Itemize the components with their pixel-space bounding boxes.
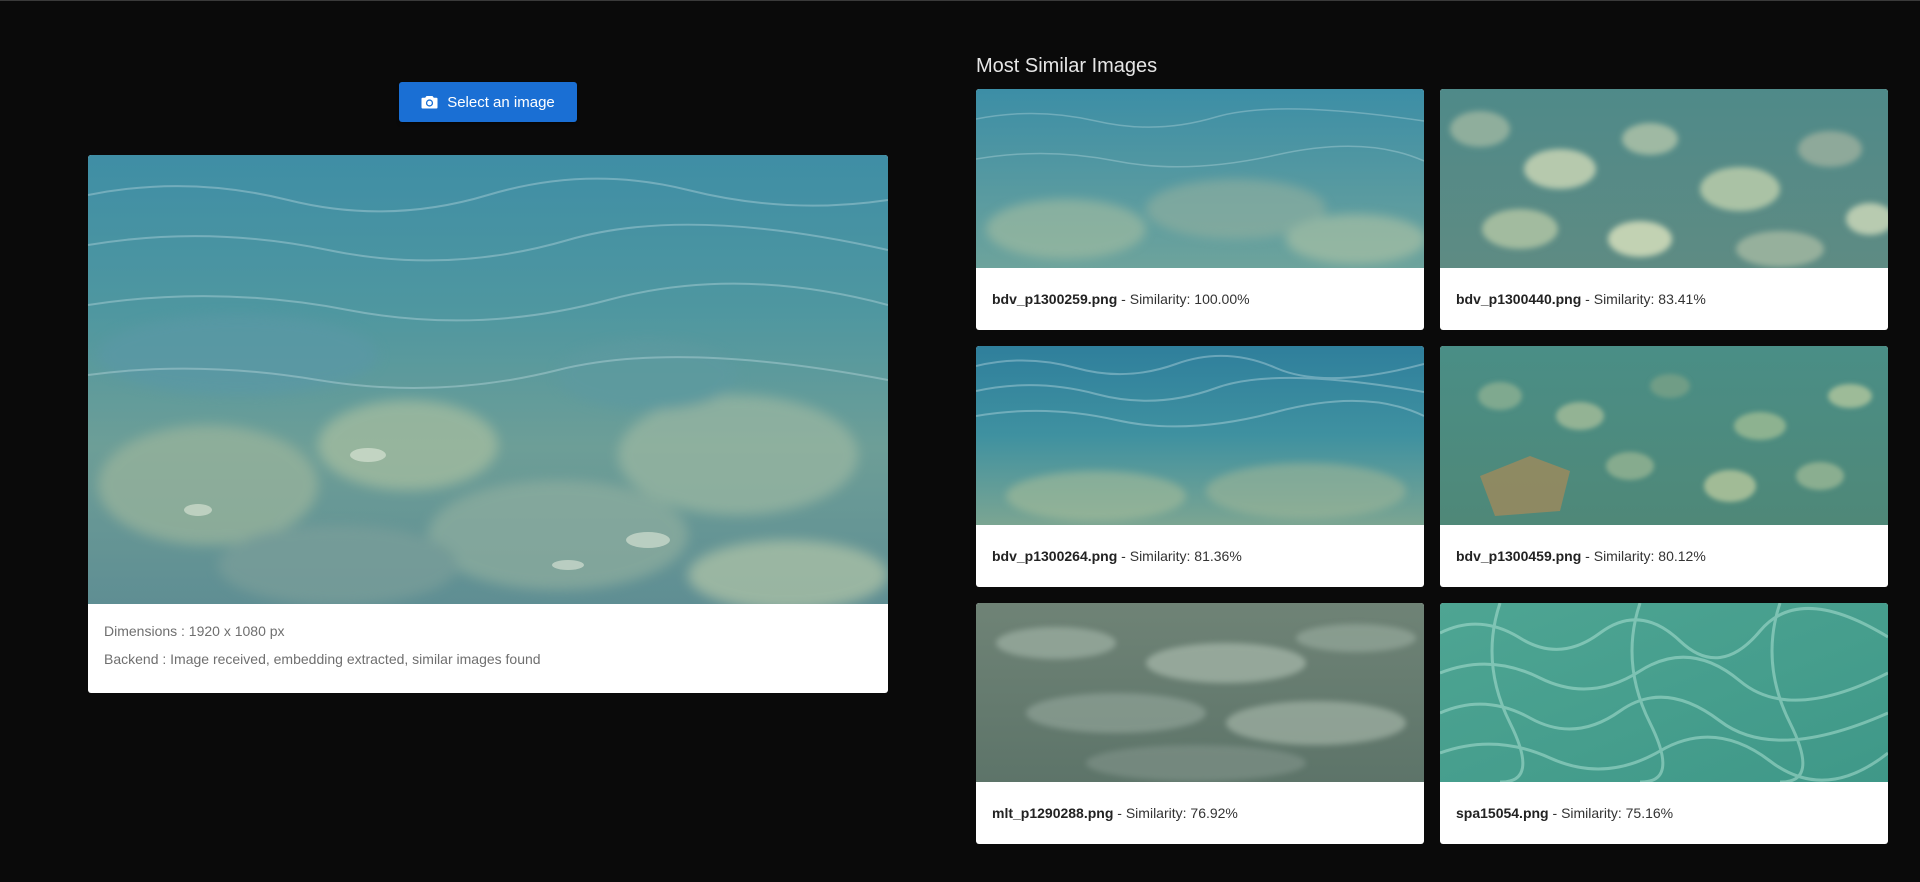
result-caption: bdv_p1300440.png - Similarity: 83.41% — [1440, 268, 1888, 330]
result-separator: - — [1113, 805, 1126, 821]
results-title: Most Similar Images — [976, 55, 1158, 77]
result-separator: - — [1581, 548, 1594, 564]
select-image-label: Select an image — [447, 93, 555, 111]
result-similarity: Similarity: 83.41% — [1593, 291, 1706, 307]
result-filename: bdv_p1300440.png — [1456, 291, 1582, 307]
result-similarity: Similarity: 75.16% — [1561, 805, 1674, 821]
result-similarity: Similarity: 81.36% — [1129, 548, 1242, 564]
result-separator: - — [1117, 291, 1130, 307]
result-image — [976, 89, 1424, 268]
result-similarity: Similarity: 100.00% — [1129, 291, 1250, 307]
result-separator: - — [1117, 548, 1130, 564]
result-image — [1440, 346, 1888, 525]
result-card[interactable]: mlt_p1290288.png - Similarity: 76.92% — [976, 603, 1424, 844]
result-filename: bdv_p1300259.png — [992, 291, 1118, 307]
result-caption: mlt_p1290288.png - Similarity: 76.92% — [976, 782, 1424, 844]
result-filename: spa15054.png — [1456, 805, 1549, 821]
result-card[interactable]: bdv_p1300459.png - Similarity: 80.12% — [1440, 346, 1888, 587]
result-filename: bdv_p1300459.png — [1456, 548, 1582, 564]
result-similarity: Similarity: 76.92% — [1125, 805, 1238, 821]
result-filename: mlt_p1290288.png — [992, 805, 1114, 821]
result-card[interactable]: bdv_p1300264.png - Similarity: 81.36% — [976, 346, 1424, 587]
result-filename: bdv_p1300264.png — [992, 548, 1118, 564]
result-card[interactable]: spa15054.png - Similarity: 75.16% — [1440, 603, 1888, 844]
result-image — [976, 346, 1424, 525]
query-image — [88, 155, 888, 604]
result-card[interactable]: bdv_p1300259.png - Similarity: 100.00% — [976, 89, 1424, 330]
result-card[interactable]: bdv_p1300440.png - Similarity: 83.41% — [1440, 89, 1888, 330]
result-separator: - — [1548, 805, 1562, 821]
dimensions-text: Dimensions : 1920 x 1080 px — [104, 623, 285, 639]
result-caption: bdv_p1300259.png - Similarity: 100.00% — [976, 268, 1424, 330]
query-image-card: Dimensions : 1920 x 1080 px Backend : Im… — [88, 155, 888, 693]
results-grid: bdv_p1300259.png - Similarity: 100.00% b… — [976, 89, 1888, 844]
result-caption: bdv_p1300459.png - Similarity: 80.12% — [1440, 525, 1888, 587]
result-similarity: Similarity: 80.12% — [1593, 548, 1706, 564]
result-image — [1440, 89, 1888, 268]
query-image-info: Dimensions : 1920 x 1080 px Backend : Im… — [88, 604, 888, 669]
result-caption: bdv_p1300264.png - Similarity: 81.36% — [976, 525, 1424, 587]
camera-icon — [421, 96, 438, 109]
backend-status-text: Backend : Image received, embedding extr… — [104, 651, 541, 667]
result-image — [976, 603, 1424, 782]
result-image — [1440, 603, 1888, 782]
result-caption: spa15054.png - Similarity: 75.16% — [1440, 782, 1888, 844]
select-image-button[interactable]: Select an image — [399, 82, 577, 122]
result-separator: - — [1581, 291, 1594, 307]
